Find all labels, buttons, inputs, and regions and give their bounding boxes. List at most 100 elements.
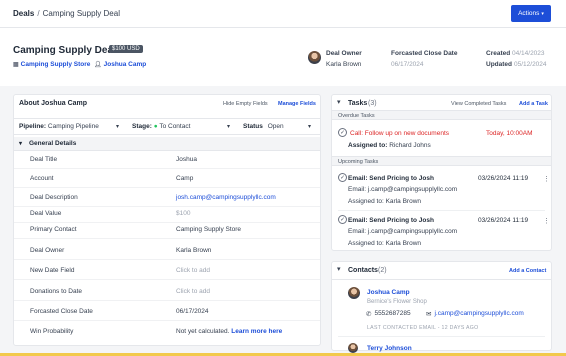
contact-divider: [338, 336, 545, 337]
amount-badge: $100 USD: [109, 45, 143, 53]
pipeline-select[interactable]: Pipeline: Camping Pipeline: [19, 123, 99, 130]
chevron-down-icon: ▾: [116, 124, 120, 130]
chevron-down-icon[interactable]: ▾: [337, 265, 341, 273]
win-probability-text: Not yet calculated.: [176, 328, 230, 335]
contact-name-link[interactable]: Joshua Camp: [367, 289, 410, 296]
field-label: Deal Title: [30, 156, 58, 163]
contact-email-address: j.camp@campingsupplyllc.com: [434, 310, 524, 317]
owner-avatar: [308, 51, 321, 64]
phone-icon: ✆: [366, 311, 372, 318]
field-value[interactable]: josh.camp@campingsupplyllc.com: [176, 194, 276, 201]
field-label: Deal Owner: [30, 247, 65, 254]
contacts-count: (2): [378, 267, 387, 274]
assigned-name: Richard Johns: [389, 142, 431, 149]
contacts-panel: [331, 261, 552, 351]
task-assignee: Assigned to: Richard Johns: [348, 142, 431, 149]
created-label: Created: [486, 50, 511, 57]
view-completed-tasks-link[interactable]: View Completed Tasks: [451, 101, 506, 107]
close-date-value: 06/17/2024: [391, 61, 424, 68]
field-value[interactable]: $100: [176, 210, 190, 217]
field-row: Deal Title Joshua: [14, 152, 320, 169]
hide-empty-fields-link[interactable]: Hide Empty Fields: [223, 101, 268, 107]
breadcrumb: Deals / Camping Supply Deal: [13, 9, 120, 18]
contact-phone[interactable]: ✆ 5552687285: [366, 310, 411, 318]
field-label: Primary Contact: [30, 226, 77, 233]
upcoming-tasks-label: Upcoming Tasks: [338, 158, 379, 165]
owner-label: Deal Owner: [326, 50, 362, 57]
owner-value: Karla Brown: [326, 61, 362, 68]
task-complete-checkbox[interactable]: ✓: [338, 215, 347, 224]
task-complete-checkbox[interactable]: ✓: [338, 173, 347, 182]
assigned-label: Assigned to:: [348, 240, 384, 247]
account-link[interactable]: ▦ Camping Supply Store: [13, 61, 90, 68]
check-icon: ✓: [340, 129, 345, 136]
more-vertical-icon[interactable]: ⋮: [543, 217, 550, 225]
contact-avatar: [348, 287, 360, 299]
field-row: Deal Owner Karla Brown: [14, 243, 320, 260]
field-row: Deal Description josh.camp@campingsupplyl…: [14, 190, 320, 207]
add-contact-link[interactable]: Add a Contact: [509, 268, 546, 274]
field-value[interactable]: 06/17/2024: [176, 308, 209, 315]
status-label: Status: [243, 123, 263, 130]
pipeline-value: Camping Pipeline: [47, 123, 99, 130]
task-email: Email: j.camp@campingsupplyllc.com: [348, 228, 458, 235]
manage-fields-link[interactable]: Manage Fields: [278, 101, 316, 107]
tasks-count: (3): [368, 100, 377, 107]
learn-more-link[interactable]: Learn more here: [231, 328, 282, 335]
upcoming-tasks-bar: Upcoming Tasks: [332, 156, 551, 166]
pipeline-label: Pipeline:: [19, 123, 47, 130]
overdue-tasks-label: Overdue Tasks: [338, 112, 375, 119]
task-title[interactable]: Email: Send Pricing to Josh: [348, 175, 434, 182]
task-due-date: 03/26/2024 11:19: [478, 217, 529, 224]
field-row: Primary Contact Camping Supply Store: [14, 222, 320, 239]
field-label: Forcasted Close Date: [30, 308, 93, 315]
field-value[interactable]: Click to add: [176, 288, 210, 295]
status-select[interactable]: Status Open: [243, 123, 284, 130]
field-row: Deal Value $100: [14, 206, 320, 223]
task-assignee: Assigned to: Karla Brown: [348, 198, 421, 205]
task-assignee: Assigned to: Karla Brown: [348, 240, 421, 247]
field-label: Donations to Date: [30, 288, 83, 295]
assigned-name: Karla Brown: [385, 240, 421, 247]
chevron-down-icon: ▾: [19, 141, 23, 147]
field-value[interactable]: Karla Brown: [176, 247, 211, 254]
contact-email[interactable]: ✉ j.camp@campingsupplyllc.com: [426, 310, 524, 318]
add-task-link[interactable]: Add a Task: [519, 101, 548, 107]
field-value[interactable]: Click to add: [176, 267, 210, 274]
chevron-down-icon[interactable]: ▾: [337, 98, 341, 106]
contacts-title: Contacts: [348, 267, 378, 274]
contact-name-link[interactable]: Terry Johnson: [367, 345, 412, 352]
chevron-down-icon: ▾: [227, 124, 231, 130]
stage-value: To Contact: [159, 123, 191, 130]
breadcrumb-deals-link[interactable]: Deals: [13, 9, 34, 18]
last-contacted: LAST CONTACTED EMAIL - 12 DAYS AGO: [367, 325, 479, 331]
breadcrumb-separator: /: [37, 9, 40, 18]
field-row: New Date Field Click to add: [14, 263, 320, 280]
field-row: Account Camp: [14, 171, 320, 188]
contact-avatar: [348, 343, 358, 353]
field-label: Account: [30, 175, 54, 182]
building-icon: ▦: [13, 62, 19, 68]
task-title[interactable]: Email: Send Pricing to Josh: [348, 217, 434, 224]
more-vertical-icon[interactable]: ⋮: [543, 175, 550, 183]
contact-link[interactable]: 👤︎ Joshua Camp: [94, 61, 146, 68]
account-link-label: Camping Supply Store: [20, 61, 91, 68]
stage-select[interactable]: Stage: ● To Contact: [132, 123, 190, 130]
field-value[interactable]: Camping Supply Store: [176, 226, 241, 233]
task-divider: [338, 210, 545, 211]
actions-button[interactable]: Actions ▾: [511, 5, 551, 22]
field-value[interactable]: Joshua: [176, 156, 197, 163]
chevron-down-icon: ▾: [308, 124, 312, 130]
top-bar: Deals / Camping Supply Deal Actions ▾: [0, 0, 566, 28]
contact-phone-number: 5552687285: [374, 310, 411, 317]
field-value[interactable]: Camp: [176, 175, 193, 182]
field-row: Forcasted Close Date 06/17/2024: [14, 304, 320, 321]
task-title[interactable]: Call: Follow up on new documents: [350, 130, 449, 137]
stage-label: Stage:: [132, 123, 152, 130]
assigned-label: Assigned to:: [348, 142, 388, 149]
field-label: Deal Value: [30, 210, 62, 217]
general-details-header[interactable]: ▾ General Details: [14, 137, 320, 151]
task-complete-checkbox[interactable]: ✓: [338, 128, 347, 137]
contact-company: Bernice's Flower Shop: [367, 299, 427, 305]
actions-button-label: Actions: [518, 10, 540, 17]
